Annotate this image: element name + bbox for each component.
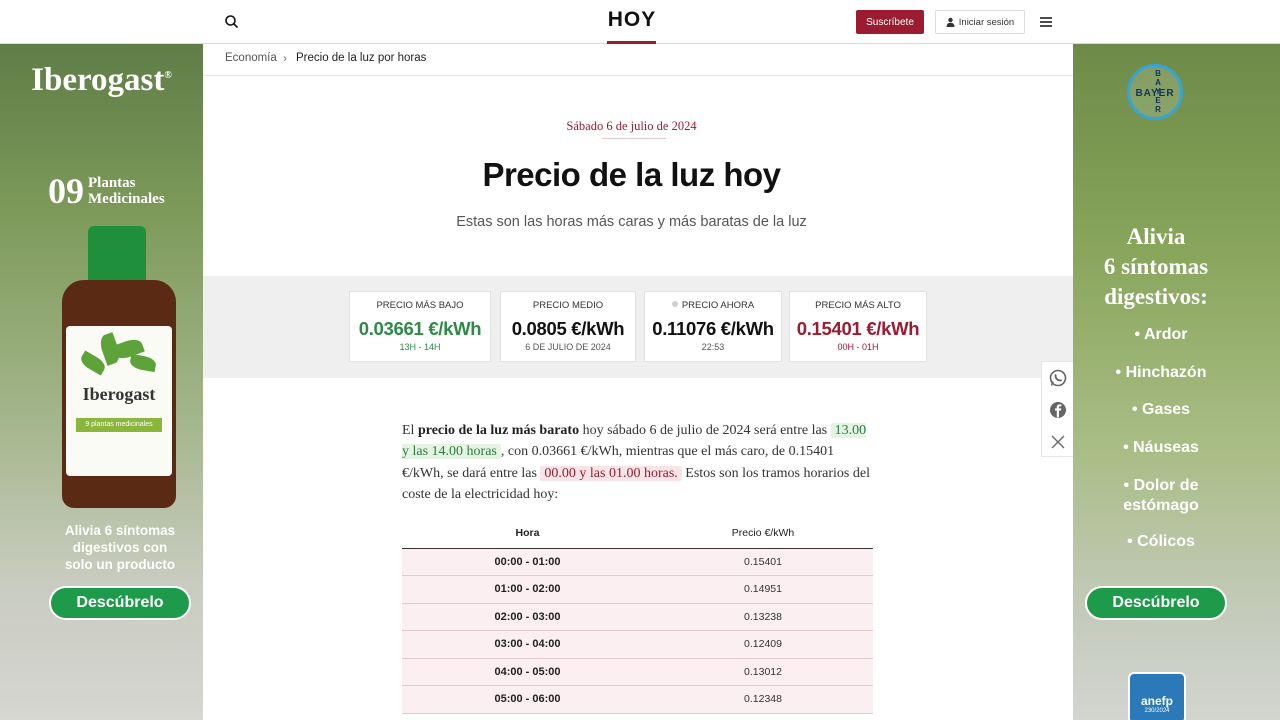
table-row: 01:00 - 02:00 0.14951	[402, 575, 873, 604]
page-title: Precio de la luz hoy	[482, 156, 781, 193]
symptom-item: • Gases	[1131, 401, 1191, 418]
subscribe-button[interactable]: Suscríbete	[856, 10, 924, 34]
login-label: Iniciar sesión	[958, 16, 1015, 28]
bold-phrase: precio de la luz más barato	[417, 423, 580, 438]
stat-card-current: PRECIO AHORA 0.11076 €/kWh 22:53	[644, 291, 782, 362]
anefp-badge: anefp 230/2024	[1128, 672, 1186, 720]
price-cell: 0.14951	[653, 575, 873, 604]
hour-cell: 05:00 - 06:00	[402, 685, 653, 714]
login-button[interactable]: Iniciar sesión	[935, 10, 1025, 34]
price-cell: 0.15401	[653, 548, 873, 576]
facebook-icon[interactable]	[1048, 400, 1068, 420]
price-cell: 0.12409	[653, 630, 873, 659]
whatsapp-icon[interactable]	[1048, 368, 1068, 388]
share-bar	[1041, 361, 1073, 457]
bayer-logo: BAYER BAYER	[1127, 64, 1183, 120]
article-date: Sábado 6 de julio de 2024	[566, 119, 697, 133]
hamburger-menu-icon[interactable]	[1036, 12, 1056, 32]
hour-cell: 04:00 - 05:00	[402, 658, 653, 686]
table-row: 00:00 - 01:00 0.15401	[402, 548, 873, 576]
stat-value: 0.11076 €/kWh	[652, 318, 774, 339]
article-paragraph: El precio de la luz más barato hoy sábad…	[402, 423, 870, 502]
stat-card-average: PRECIO MEDIO 0.0805 €/kWh 6 DE JULIO DE …	[500, 291, 636, 362]
symptom-list: • Ardor • Hinchazón • Gases • Náuseas • …	[1073, 326, 1249, 571]
stat-value: 0.0805 €/kWh	[511, 318, 625, 339]
hour-cell: 01:00 - 02:00	[402, 575, 653, 604]
breadcrumb: Economía › Precio de la luz por horas	[203, 44, 1073, 76]
column-header-hour: Hora	[402, 518, 653, 549]
main-content: Economía › Precio de la luz por horas Sá…	[203, 44, 1073, 720]
stat-label: PRECIO AHORA	[681, 300, 755, 311]
site-logo[interactable]: HOY	[592, 8, 672, 32]
price-cell: 0.12348	[653, 685, 873, 714]
price-cell: 0.13238	[653, 603, 873, 631]
price-summary: PRECIO MÁS BAJO 0.03661 €/kWh 13H - 14H …	[203, 276, 1073, 378]
stat-sub: 00H - 01H	[837, 342, 879, 352]
ad-right-headline: Alivia 6 síntomas digestivos:	[1103, 224, 1209, 309]
hour-cell: 03:00 - 04:00	[402, 630, 653, 659]
breadcrumb-section-link[interactable]: Economía	[225, 52, 277, 64]
ad-plants-claim: 09 Plantas Medicinales	[48, 171, 165, 211]
stat-sub: 22:53	[701, 342, 725, 352]
table-row: 02:00 - 03:00 0.13238	[402, 603, 873, 631]
symptom-item: • Náuseas	[1123, 438, 1199, 456]
page-subtitle: Estas son las horas más caras y más bara…	[456, 214, 807, 230]
symptom-item: • Cólicos	[1127, 533, 1195, 550]
stat-card-lowest: PRECIO MÁS BAJO 0.03661 €/kWh 13H - 14H	[349, 291, 491, 362]
live-dot-icon	[671, 301, 678, 307]
product-bottle-image: Iberogast 9 plantas medicinales	[62, 226, 176, 508]
date-divider	[602, 138, 666, 139]
ad-banner-left[interactable]: Iberogast® 09 Plantas Medicinales Iberogas…	[0, 44, 203, 720]
logo-underline	[607, 41, 656, 44]
ad-banner-right[interactable]: BAYER BAYER Alivia 6 síntomas digestivos…	[1073, 44, 1280, 720]
ad-brand-title: Iberogast®	[31, 62, 172, 98]
table-row: 03:00 - 04:00 0.12409	[402, 630, 873, 659]
user-icon	[946, 17, 955, 27]
symptom-item: • Hinchazón	[1115, 363, 1207, 381]
hourly-price-table: Hora Precio €/kWh 00:00 - 01:00 0.15401 0…	[402, 518, 873, 714]
ad-cta-button-right[interactable]: Descúbrelo	[1085, 586, 1227, 620]
breadcrumb-current: Precio de la luz por horas	[296, 52, 427, 64]
symptom-item: • Ardor	[1134, 326, 1188, 343]
x-twitter-icon[interactable]	[1048, 432, 1068, 452]
stat-sub: 13H - 14H	[399, 342, 441, 352]
stat-card-highest: PRECIO MÁS ALTO 0.15401 €/kWh 00H - 01H	[789, 291, 927, 362]
hour-cell: 00:00 - 01:00	[402, 548, 653, 576]
stat-value: 0.03661 €/kWh	[358, 318, 482, 339]
stat-sub: 6 DE JULIO DE 2024	[525, 342, 611, 352]
search-icon[interactable]	[222, 12, 242, 32]
chevron-right-icon: ›	[283, 51, 287, 65]
stat-label: PRECIO MÁS ALTO	[815, 300, 901, 311]
site-header: HOY Suscríbete Iniciar sesión	[0, 0, 1280, 44]
symptom-item: • Dolor de estómago	[1123, 477, 1199, 514]
stat-label: PRECIO MÁS BAJO	[376, 300, 464, 311]
ad-copy: Alivia 6 síntomas digestivos con solo un…	[64, 523, 176, 572]
table-row: 04:00 - 05:00 0.13012	[402, 658, 873, 686]
table-row: 05:00 - 06:00 0.12348	[402, 685, 873, 714]
hour-cell: 02:00 - 03:00	[402, 603, 653, 631]
price-cell: 0.13012	[653, 658, 873, 686]
most-expensive-hours-highlight: 00.00 y las 01.00 horas.	[540, 465, 682, 481]
column-header-price: Precio €/kWh	[653, 518, 873, 549]
ad-cta-button-left[interactable]: Descúbrelo	[49, 586, 191, 620]
stat-value: 0.15401 €/kWh	[796, 318, 920, 339]
stat-label: PRECIO MEDIO	[532, 300, 604, 311]
